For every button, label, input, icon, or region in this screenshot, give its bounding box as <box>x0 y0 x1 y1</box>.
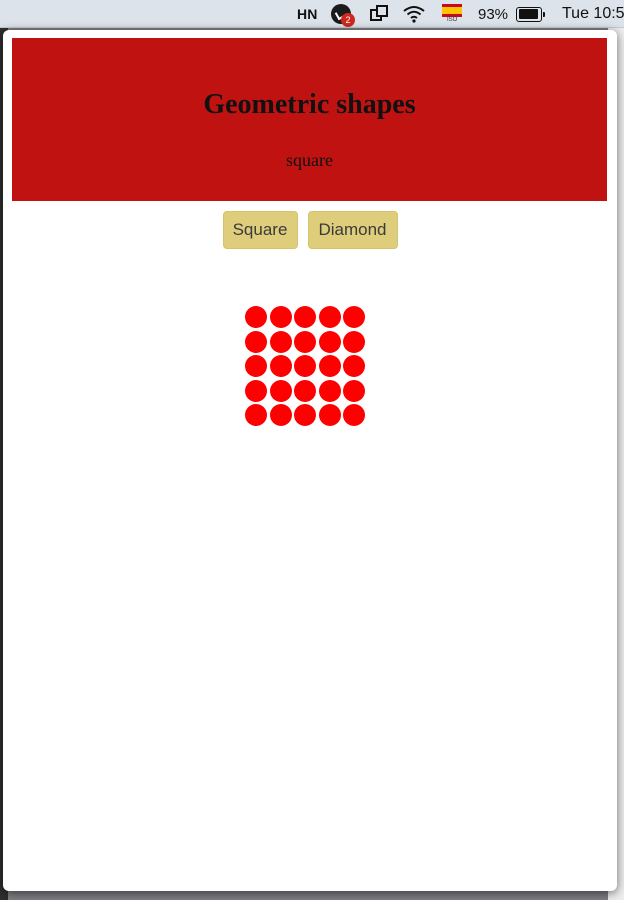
screens-icon[interactable] <box>369 0 389 28</box>
shape-dot <box>269 306 292 328</box>
shape-dot <box>245 330 267 353</box>
spain-flag-icon <box>442 4 462 18</box>
shape-dot <box>318 330 341 353</box>
shape-dot <box>343 379 366 402</box>
menu-bar-clock[interactable]: Tue 10:5 <box>562 0 624 28</box>
popup-header: Geometric shapes square <box>12 38 607 201</box>
shape-dot <box>269 355 292 378</box>
shape-dot <box>245 379 267 402</box>
shape-dot-grid <box>245 306 369 430</box>
shape-dot <box>269 404 292 427</box>
battery-percentage: 93% <box>478 5 509 23</box>
shape-dot <box>318 404 341 427</box>
current-shape-label: square <box>286 150 333 170</box>
shape-dot <box>245 404 267 427</box>
shape-dot <box>343 330 366 353</box>
shape-dot <box>343 355 366 378</box>
shape-dot <box>269 330 292 353</box>
notification-app-icon[interactable]: 2 <box>331 0 355 28</box>
shape-dot <box>245 306 267 328</box>
input-source-flag-icon[interactable]: ISO <box>442 0 462 28</box>
hacker-news-menu-icon[interactable]: HN <box>297 0 318 28</box>
shape-dot <box>294 330 317 353</box>
shape-dot <box>318 379 341 402</box>
shape-dot <box>318 355 341 378</box>
shape-dot <box>294 379 317 402</box>
shape-dot <box>343 306 366 328</box>
shape-dot <box>245 355 267 378</box>
wifi-icon[interactable] <box>402 0 426 28</box>
page-title: Geometric shapes <box>203 89 416 120</box>
flag-caption: ISO <box>447 17 458 23</box>
hn-label: HN <box>297 6 318 22</box>
menu-bar: HN 2 ISO 93% Tue 10:5 <box>0 0 624 28</box>
shape-dot <box>269 379 292 402</box>
shape-dot <box>294 306 317 328</box>
shape-dot <box>294 404 317 427</box>
shape-dot <box>343 404 366 427</box>
shape-button-row: Square Diamond <box>3 211 617 249</box>
diamond-button[interactable]: Diamond <box>307 211 398 249</box>
extension-popup-window: Geometric shapes square Square Diamond <box>3 30 617 891</box>
shape-dot <box>318 306 341 328</box>
square-button[interactable]: Square <box>222 211 298 249</box>
notification-count-badge: 2 <box>341 13 355 27</box>
shape-dot <box>294 355 317 378</box>
battery-icon[interactable] <box>516 0 545 28</box>
